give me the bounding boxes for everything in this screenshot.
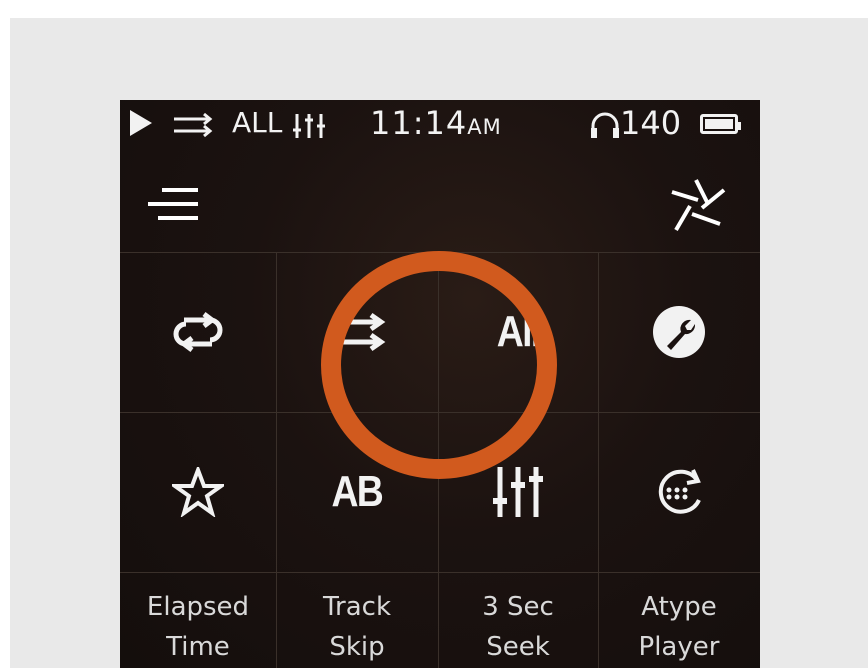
ab-repeat-icon: AB — [331, 467, 384, 516]
label-track-skip[interactable]: Track Skip — [276, 587, 438, 668]
label-3-sec-seek[interactable]: 3 Sec Seek — [438, 587, 598, 668]
shuffle-button[interactable] — [276, 252, 438, 412]
clock: 11:14AM — [370, 104, 502, 142]
battery-icon — [700, 114, 741, 134]
label-line: Elapsed — [146, 592, 250, 622]
page-background: ALL 11:14AM 140 All AB Elapsed Time Trac… — [10, 18, 868, 668]
label-atype-player[interactable]: Atype Player — [598, 587, 760, 668]
favorite-star-icon — [172, 467, 224, 517]
label-line: Track — [322, 592, 392, 622]
status-bar: ALL 11:14AM 140 — [120, 100, 760, 154]
ab-repeat-button[interactable]: AB — [276, 412, 438, 572]
play-all-icon: All — [496, 307, 541, 356]
shortcut-pinwheel-icon[interactable] — [668, 178, 728, 234]
toolbar — [120, 154, 760, 252]
shuffle-status-icon — [174, 112, 213, 138]
atype-player-icon — [658, 469, 701, 514]
settings-wrench-icon — [653, 306, 705, 358]
clock-ampm: AM — [467, 115, 502, 139]
player-screen: ALL 11:14AM 140 All AB Elapsed Time Trac… — [120, 100, 760, 668]
menu-icon[interactable] — [146, 184, 206, 224]
play-all-button[interactable]: All — [438, 252, 598, 412]
label-line: Atype — [641, 592, 717, 622]
settings-button[interactable] — [598, 252, 760, 412]
atype-player-button[interactable] — [598, 412, 760, 572]
equalizer-status-icon — [293, 114, 325, 138]
equalizer-button[interactable] — [438, 412, 598, 572]
quick-settings-grid: All AB Elapsed Time Track Skip 3 Sec See… — [120, 252, 760, 668]
equalizer-icon — [493, 467, 543, 517]
repeat-button[interactable] — [120, 252, 276, 412]
label-elapsed-time[interactable]: Elapsed Time — [120, 587, 276, 668]
favorite-button[interactable] — [120, 412, 276, 572]
repeat-mode-label: ALL — [232, 106, 283, 139]
grid-divider — [120, 572, 760, 573]
shuffle-icon — [331, 312, 386, 352]
label-line: Seek — [486, 632, 550, 662]
label-line: 3 Sec — [482, 592, 554, 622]
repeat-icon — [173, 312, 223, 352]
clock-time: 11:14 — [370, 104, 468, 142]
headphone-icon — [591, 112, 619, 138]
volume-level: 140 — [620, 104, 682, 142]
play-status-icon — [130, 110, 152, 136]
label-line: Time — [166, 632, 230, 662]
label-line: Skip — [329, 632, 385, 662]
label-line: Player — [638, 632, 720, 662]
